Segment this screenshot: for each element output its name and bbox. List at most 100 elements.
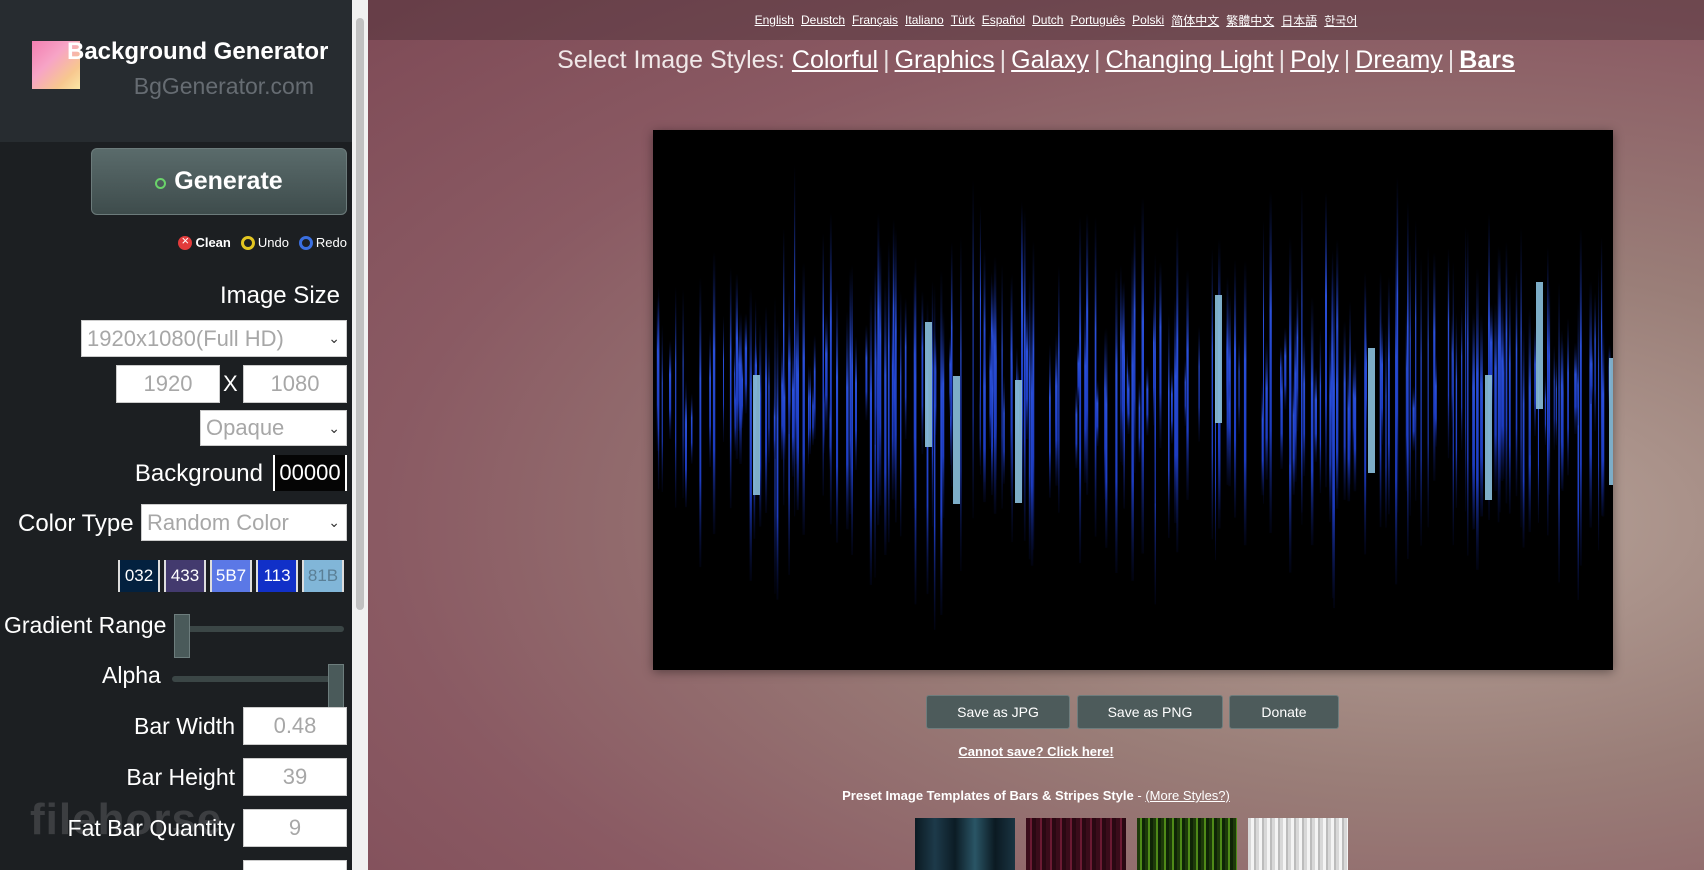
thin-bar	[979, 205, 981, 475]
thin-bar	[1198, 326, 1200, 442]
language-link[interactable]: Italiano	[905, 13, 944, 27]
language-link[interactable]: Türk	[951, 13, 975, 27]
thin-bar	[1284, 327, 1287, 410]
redo-button[interactable]: Redo	[298, 235, 347, 250]
thin-bar	[1452, 261, 1454, 546]
bar-width-input[interactable]: 0.48	[243, 707, 347, 745]
clean-button[interactable]: Clean	[178, 233, 231, 250]
thin-bar	[1364, 271, 1367, 555]
main-area: English Deustch Français Italiano Türk Españo…	[368, 0, 1704, 870]
thin-bar	[796, 301, 799, 511]
watermark-logo: filehorse	[30, 795, 223, 844]
app-title: Background Generator	[67, 38, 329, 65]
thin-bar	[791, 343, 795, 477]
thin-bar	[1226, 276, 1229, 485]
thin-bar	[1263, 220, 1264, 504]
opacity-select[interactable]: Opaque ⌄	[200, 410, 347, 446]
preset-thumbnails	[915, 818, 1348, 870]
language-link[interactable]: 繁體中文	[1226, 12, 1274, 29]
thin-bar	[1168, 313, 1170, 538]
width-input[interactable]: 1920	[116, 365, 220, 403]
fat-bar-quantity-input[interactable]: 9	[243, 809, 347, 847]
size-preset-select[interactable]: 1920x1080(Full HD) ⌄	[81, 320, 347, 357]
cannot-save-link[interactable]: Cannot save? Click here!	[368, 744, 1704, 759]
language-link[interactable]: Português	[1070, 13, 1125, 27]
thin-bar	[1547, 246, 1549, 536]
style-link-colorful[interactable]: Colorful	[792, 46, 878, 74]
thin-bar	[1555, 358, 1557, 446]
thin-bar	[1353, 348, 1357, 492]
thin-bar	[849, 268, 852, 515]
gradient-range-slider[interactable]	[174, 614, 190, 658]
opacity-value: Opaque	[206, 415, 285, 440]
thin-bar	[1094, 216, 1097, 537]
preset-thumb-2[interactable]	[1026, 818, 1126, 870]
thin-bar	[1075, 385, 1078, 469]
style-separator: |	[883, 46, 890, 74]
language-link[interactable]: English	[755, 13, 794, 27]
thin-bar	[1499, 248, 1501, 513]
thin-bar	[1515, 269, 1518, 497]
thin-bar	[895, 228, 897, 523]
style-link-bars[interactable]: Bars	[1459, 46, 1515, 74]
donate-button[interactable]: Donate	[1229, 695, 1339, 729]
thin-bar	[960, 236, 962, 572]
color-swatch[interactable]: 032	[118, 560, 160, 592]
language-link[interactable]: Français	[852, 13, 898, 27]
thin-bar	[1138, 378, 1141, 463]
thin-bar	[1010, 277, 1012, 497]
thin-bar	[942, 311, 945, 518]
thin-bar	[1560, 329, 1563, 489]
redo-icon	[298, 235, 313, 250]
thin-bar	[1520, 227, 1522, 528]
redo-label: Redo	[315, 235, 347, 250]
thin-bar	[950, 241, 953, 487]
thin-bar	[1455, 312, 1458, 508]
color-swatch[interactable]: 113	[256, 560, 298, 592]
background-color-input[interactable]: 00000	[273, 455, 347, 491]
thin-bar	[940, 270, 943, 615]
bar-height-input[interactable]: 39	[243, 758, 347, 796]
thin-bar	[776, 321, 779, 600]
style-link-graphics[interactable]: Graphics	[895, 46, 995, 74]
thin-bar	[1577, 300, 1579, 600]
language-link[interactable]: Dutch	[1032, 13, 1063, 27]
color-swatch[interactable]: 5B7	[210, 560, 252, 592]
thin-bar	[1184, 358, 1186, 426]
color-swatch[interactable]: 433	[164, 560, 206, 592]
height-input[interactable]: 1080	[243, 365, 347, 403]
more-styles-link[interactable]: (More Styles?)	[1145, 788, 1230, 803]
thin-bar	[1294, 315, 1297, 482]
save-png-button[interactable]: Save as PNG	[1077, 695, 1223, 729]
language-link[interactable]: 한국어	[1324, 12, 1357, 29]
fat-bar-width-input[interactable]	[243, 860, 347, 870]
preset-thumb-3[interactable]	[1137, 818, 1237, 870]
undo-button[interactable]: Undo	[240, 235, 289, 250]
size-preset-value: 1920x1080(Full HD)	[87, 325, 284, 351]
preset-thumb-4[interactable]	[1248, 818, 1348, 870]
alpha-slider[interactable]	[328, 664, 344, 708]
style-link-dreamy[interactable]: Dreamy	[1355, 46, 1443, 74]
sidebar-scrollbar-thumb[interactable]	[356, 18, 364, 610]
style-link-galaxy[interactable]: Galaxy	[1011, 46, 1089, 74]
language-link[interactable]: Deustch	[801, 13, 845, 27]
save-jpg-button[interactable]: Save as JPG	[926, 695, 1070, 729]
thin-bar	[1349, 301, 1351, 485]
thin-bar	[729, 267, 732, 509]
generate-label: Generate	[174, 167, 283, 195]
thin-bar	[1352, 362, 1354, 455]
fat-bar	[753, 375, 760, 495]
preset-thumb-1[interactable]	[915, 818, 1015, 870]
style-link-changing-light[interactable]: Changing Light	[1105, 46, 1273, 74]
color-swatch[interactable]: 81B	[302, 560, 344, 592]
color-type-select[interactable]: Random Color ⌄	[141, 504, 347, 541]
thin-bar	[1269, 191, 1272, 534]
language-link[interactable]: Polski	[1132, 13, 1164, 27]
language-link[interactable]: 简体中文	[1171, 12, 1219, 29]
style-link-poly[interactable]: Poly	[1290, 46, 1339, 74]
language-link[interactable]: Español	[982, 13, 1025, 27]
thin-bar	[781, 345, 784, 460]
generate-button[interactable]: Generate	[91, 148, 347, 215]
thin-bar	[914, 256, 917, 605]
language-link[interactable]: 日本語	[1281, 12, 1317, 29]
